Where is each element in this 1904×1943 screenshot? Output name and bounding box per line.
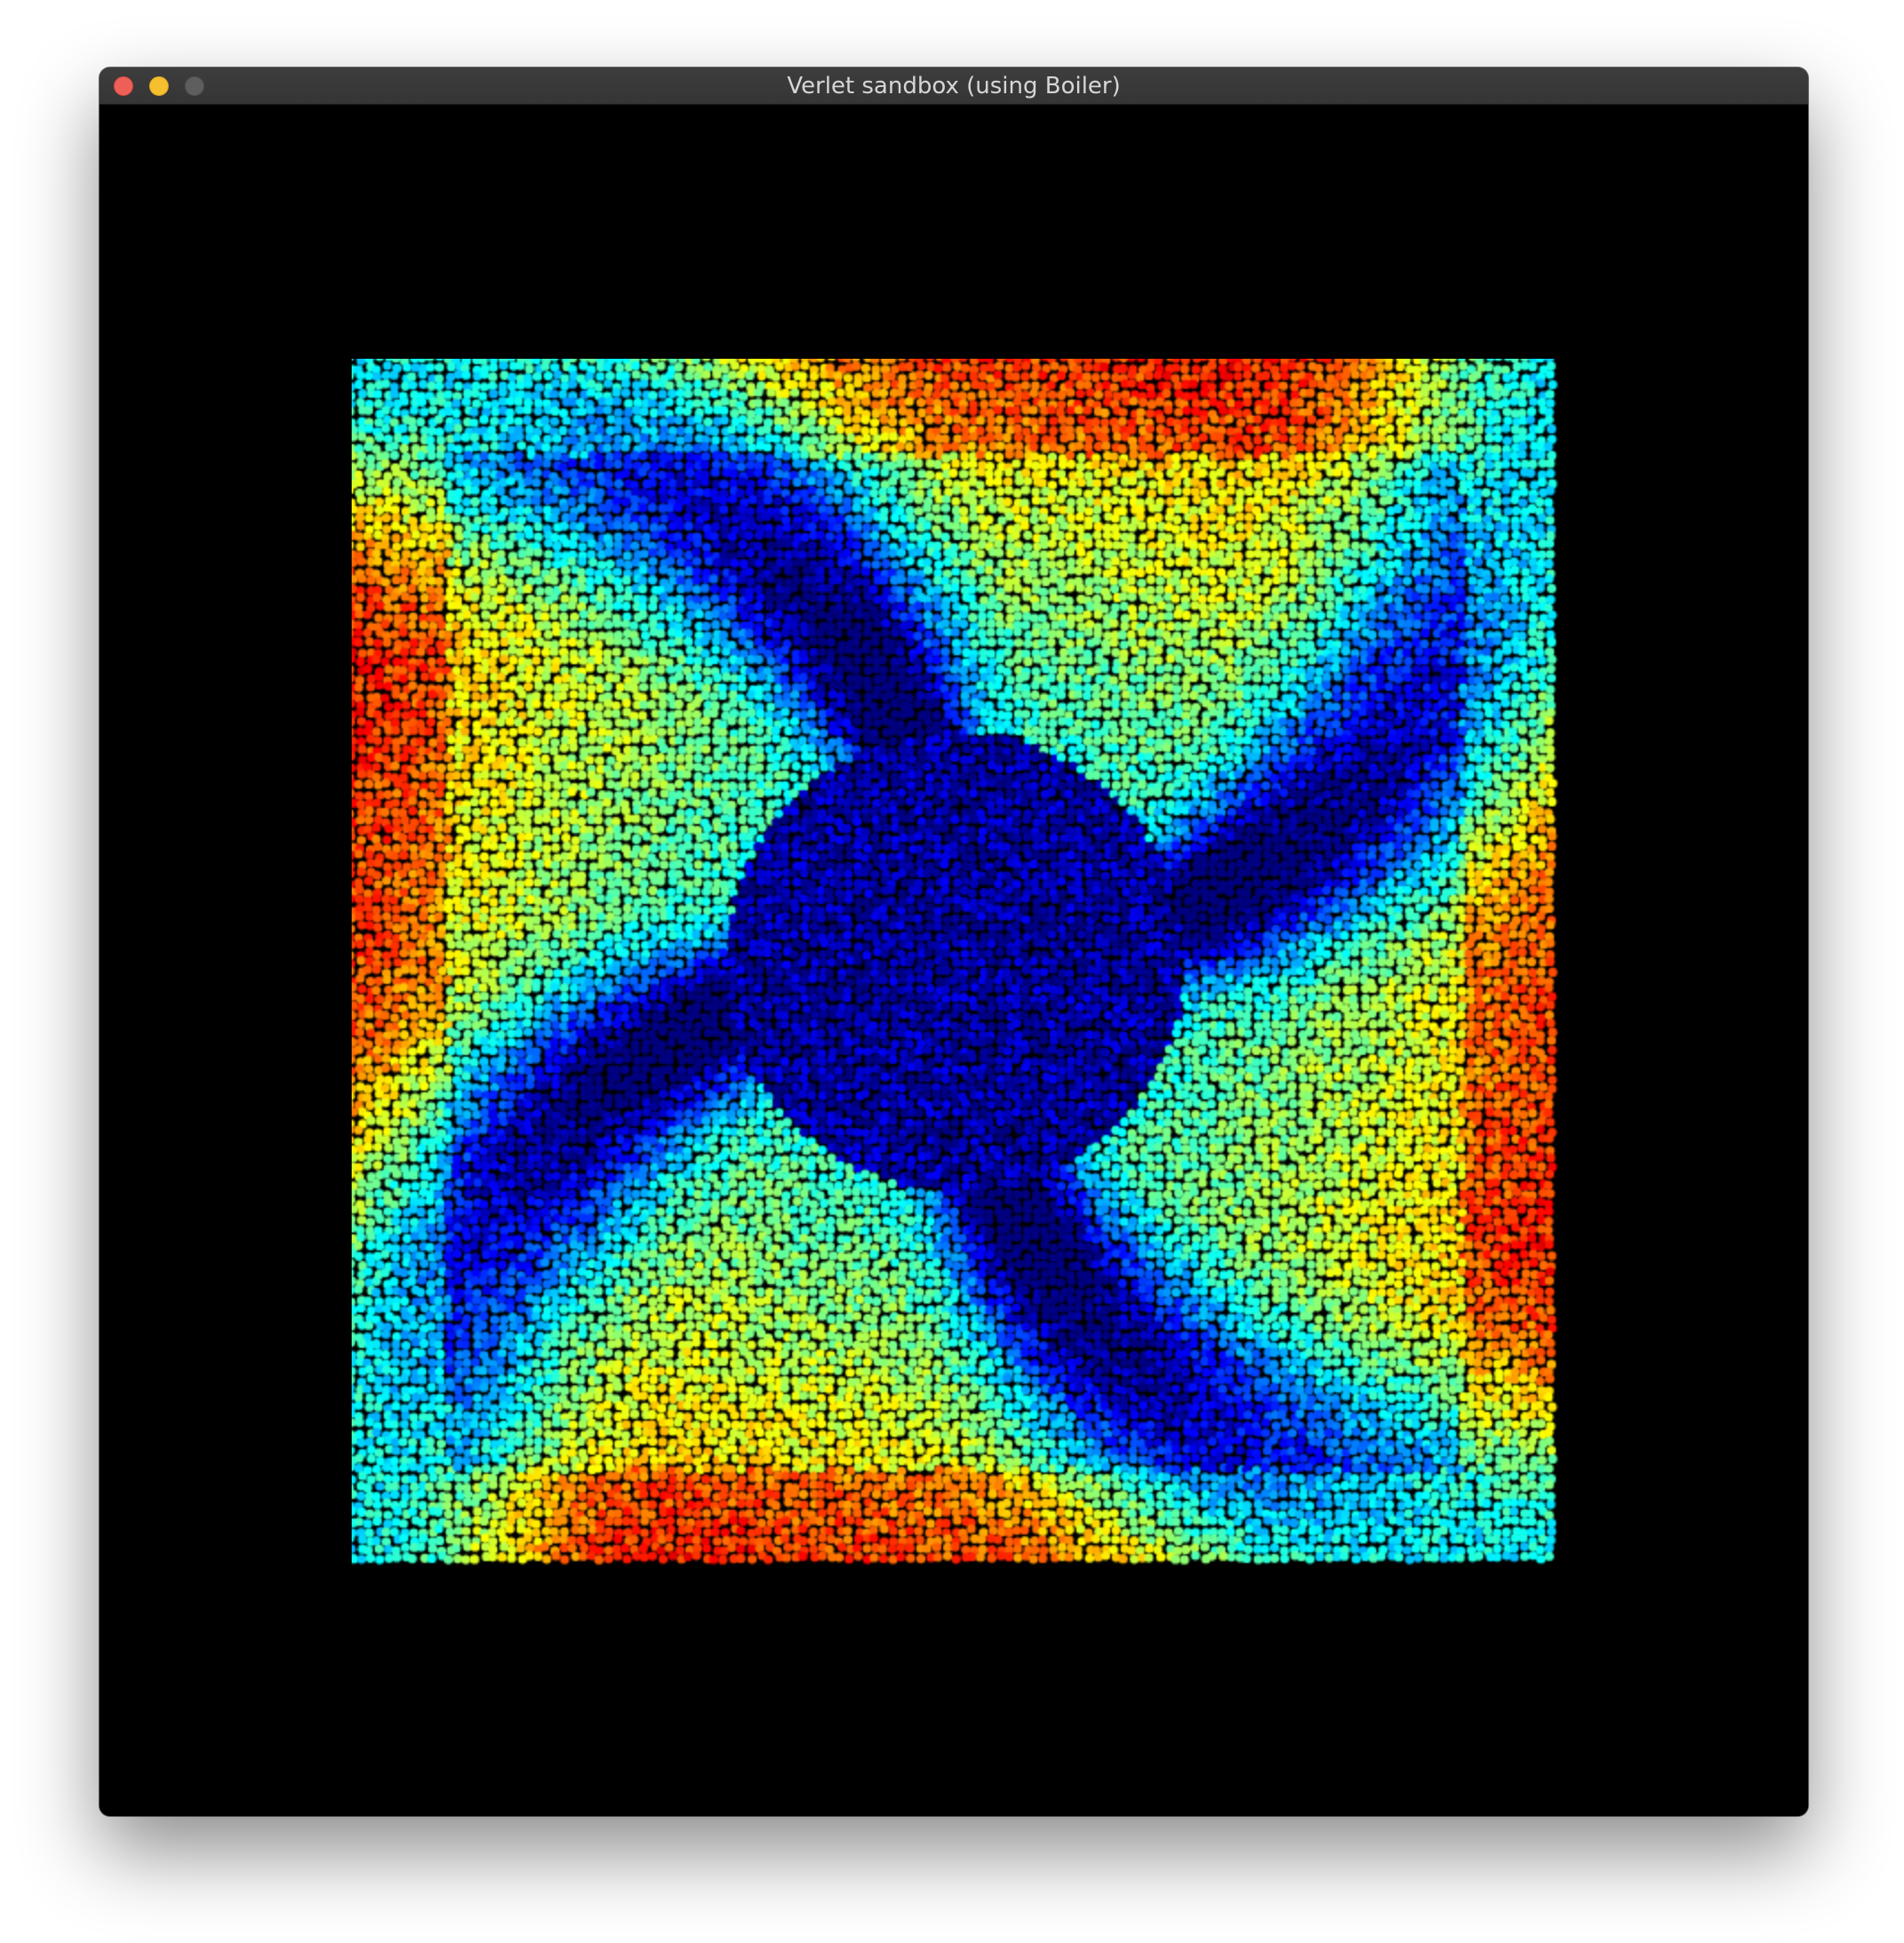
app-window: Verlet sandbox (using Boiler) <box>99 67 1808 1816</box>
render-viewport[interactable] <box>99 105 1808 1816</box>
particle-simulation-canvas[interactable] <box>352 359 1559 1566</box>
title-bar[interactable]: Verlet sandbox (using Boiler) <box>99 67 1808 105</box>
window-title: Verlet sandbox (using Boiler) <box>787 73 1121 99</box>
